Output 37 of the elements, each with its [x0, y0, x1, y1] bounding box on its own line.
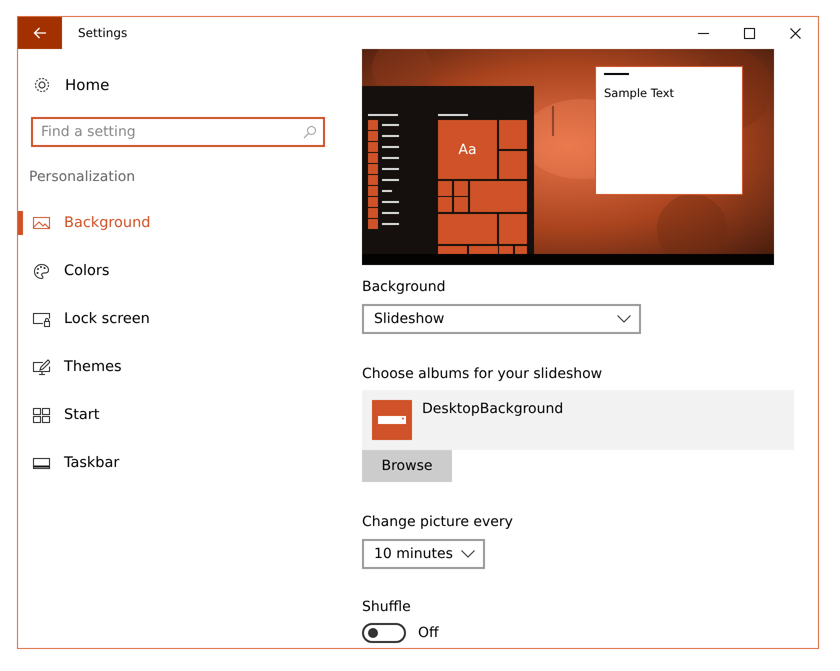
chevron-down-icon: [460, 550, 475, 558]
palette-icon: [33, 262, 50, 280]
field-label: Shuffle: [362, 599, 411, 615]
interval-dropdown[interactable]: 10 minutes: [362, 539, 485, 569]
nav-item[interactable]: Background: [33, 211, 151, 235]
window-title: Settings: [78, 26, 128, 40]
picture-icon: [33, 214, 50, 232]
sample-text: Sample Text: [604, 86, 674, 100]
chevron-down-icon: [617, 315, 631, 323]
section-heading: Personalization: [29, 169, 136, 185]
gear-icon: [33, 76, 51, 94]
back-button[interactable]: [18, 17, 62, 49]
background-dropdown[interactable]: Slideshow: [362, 304, 641, 334]
toggle-switch[interactable]: [362, 623, 406, 643]
nav-item[interactable]: Colors: [33, 259, 110, 283]
field-label: Choose albums for your slideshow: [362, 366, 602, 382]
album-name: DesktopBackground: [422, 401, 564, 417]
maximize-icon: [744, 28, 754, 38]
lock-screen-icon: [33, 310, 50, 328]
tile-label: Aa: [457, 140, 478, 160]
nav-item[interactable]: Themes: [33, 355, 122, 379]
tiles-icon: [33, 406, 50, 424]
browse-button[interactable]: Browse: [362, 450, 452, 482]
toggle-state: Off: [418, 625, 439, 641]
back-arrow-icon: [33, 27, 47, 39]
monitor-brush-icon: [33, 358, 50, 376]
nav-item[interactable]: Taskbar: [33, 451, 120, 475]
close-icon: [790, 28, 800, 38]
home-nav-item[interactable]: Home: [18, 73, 116, 97]
search-field[interactable]: Find a setting: [31, 117, 325, 147]
title-bar-line: [604, 73, 629, 75]
field-label: Change picture every: [362, 514, 513, 530]
search-icon: [303, 125, 317, 139]
field-label: Background: [362, 279, 446, 295]
nav-item[interactable]: Lock screen: [33, 307, 150, 331]
album-item[interactable]: DesktopBackground: [362, 390, 794, 450]
nav-item[interactable]: Start: [33, 403, 100, 427]
